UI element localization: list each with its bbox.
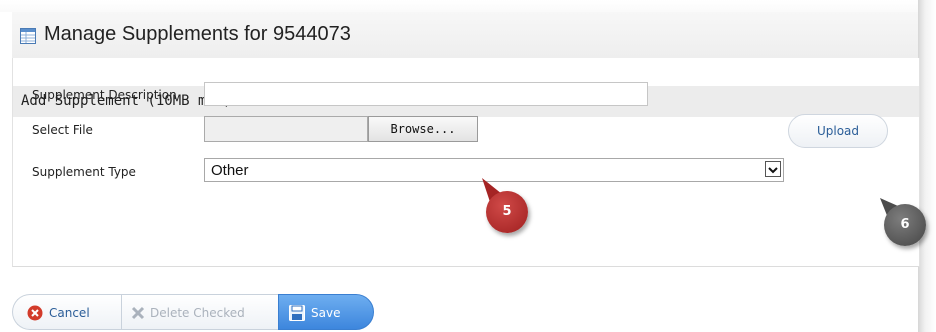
chevron-down-icon[interactable] <box>765 161 781 177</box>
dialog-title: Manage Supplements for 9544073 <box>44 23 351 45</box>
browse-button[interactable]: Browse... <box>368 116 478 142</box>
file-label: Select File <box>32 123 93 137</box>
file-path-field[interactable] <box>204 116 368 142</box>
cancel-icon <box>27 305 43 321</box>
callout-step-6: 6 <box>884 204 926 246</box>
delete-x-icon <box>130 305 146 321</box>
selected-type: Other <box>211 162 249 179</box>
callout-step-5: 5 <box>486 191 528 233</box>
description-field[interactable] <box>204 82 648 106</box>
cancel-button[interactable]: Cancel <box>12 294 121 330</box>
delete-checked-button[interactable]: Delete Checked <box>121 294 278 330</box>
top-shadow <box>0 0 936 12</box>
dialog-header: Manage Supplements for 9544073 <box>12 12 918 59</box>
save-button[interactable]: Save <box>278 294 374 330</box>
cancel-label: Cancel <box>49 306 90 320</box>
type-label: Supplement Type <box>32 165 136 179</box>
upload-button[interactable]: Upload <box>788 114 888 148</box>
table-icon <box>20 28 36 44</box>
save-label: Save <box>311 306 341 320</box>
bottom-toolbar: Cancel Delete Checked Save <box>12 294 378 330</box>
delete-label: Delete Checked <box>150 306 245 320</box>
description-label: Supplement Description <box>32 88 177 102</box>
right-shadow <box>918 0 936 332</box>
save-disk-icon <box>289 305 305 321</box>
